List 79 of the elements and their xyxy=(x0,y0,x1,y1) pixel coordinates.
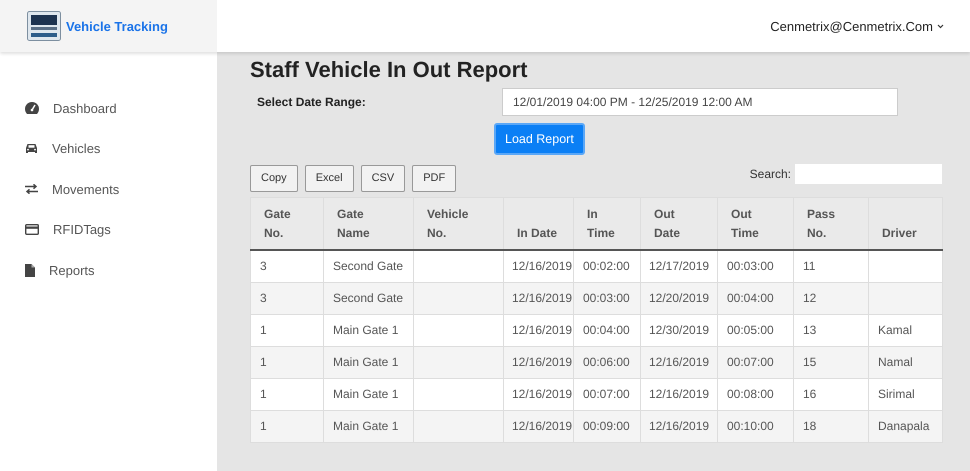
logo-icon xyxy=(27,11,61,41)
table-cell: 3 xyxy=(250,282,324,314)
table-cell: 00:09:00 xyxy=(574,410,640,442)
page-title: Staff Vehicle In Out Report xyxy=(250,56,528,84)
table-cell: 12/16/2019 xyxy=(504,346,574,378)
export-button[interactable]: PDF xyxy=(412,164,456,192)
table-cell: 16 xyxy=(794,378,868,410)
sidebar-item[interactable]: Vehicles xyxy=(0,128,217,169)
column-header[interactable]: Gate Name xyxy=(324,198,414,250)
column-header[interactable]: Pass No. xyxy=(794,198,868,250)
table-cell: 1 xyxy=(250,378,324,410)
column-header[interactable]: Gate No. xyxy=(250,198,324,250)
table-cell: 12/16/2019 xyxy=(640,410,718,442)
table-cell: 15 xyxy=(794,346,868,378)
table-cell: 12/16/2019 xyxy=(504,410,574,442)
table-cell: 12 xyxy=(794,282,868,314)
table-cell: Main Gate 1 xyxy=(324,378,414,410)
table-cell: 11 xyxy=(794,250,868,282)
export-button[interactable]: Copy xyxy=(250,164,298,192)
sidebar-item[interactable]: RFIDTags xyxy=(0,210,217,250)
caret-icon xyxy=(937,24,944,28)
column-header[interactable]: Out Date xyxy=(640,198,718,250)
table-cell: Second Gate xyxy=(324,282,414,314)
table-cell: 1 xyxy=(250,410,324,442)
table-cell: 12/30/2019 xyxy=(640,314,718,346)
table-cell: 00:04:00 xyxy=(718,282,794,314)
gauge-icon xyxy=(25,102,39,114)
table-cell: 00:07:00 xyxy=(718,346,794,378)
table-cell: 12/16/2019 xyxy=(640,346,718,378)
search-label: Search: xyxy=(750,167,791,181)
app-title: Vehicle Tracking xyxy=(66,18,168,34)
column-header[interactable]: In Time xyxy=(574,198,640,250)
user-menu[interactable]: Cenmetrix@Cenmetrix.Com xyxy=(770,18,944,34)
table-cell: 12/17/2019 xyxy=(640,250,718,282)
table-cell: 1 xyxy=(250,314,324,346)
date-range-label: Select Date Range: xyxy=(256,95,367,109)
table-cell: 1 xyxy=(250,346,324,378)
table-cell: Main Gate 1 xyxy=(324,410,414,442)
table-cell: 12/16/2019 xyxy=(504,314,574,346)
table-cell: Kamal xyxy=(868,314,942,346)
table-cell: 00:02:00 xyxy=(574,250,640,282)
sidebar-item[interactable]: Reports xyxy=(0,250,217,290)
table-cell: 12/20/2019 xyxy=(640,282,718,314)
table-cell: 18 xyxy=(794,410,868,442)
table-cell: 00:08:00 xyxy=(718,378,794,410)
table-cell: 3 xyxy=(250,250,324,282)
card-icon xyxy=(25,224,39,236)
table-cell: Danapala xyxy=(868,410,942,442)
column-header[interactable]: Out Time xyxy=(718,198,794,250)
table-cell: 00:03:00 xyxy=(574,282,640,314)
table-cell: 12/16/2019 xyxy=(504,378,574,410)
table-cell: Sirimal xyxy=(868,378,942,410)
load-report-button[interactable]: Load Report xyxy=(494,123,585,155)
sidebar-item[interactable]: Dashboard xyxy=(0,88,217,128)
export-button[interactable]: CSV xyxy=(360,164,406,192)
table-cell: Second Gate xyxy=(324,250,414,282)
sidebar-item[interactable]: Movements xyxy=(0,169,217,210)
column-header[interactable]: Driver xyxy=(868,198,942,250)
table-cell: 00:04:00 xyxy=(574,314,640,346)
table-cell: 12/16/2019 xyxy=(504,250,574,282)
table-cell: 00:07:00 xyxy=(574,378,640,410)
column-header[interactable]: In Date xyxy=(504,198,574,250)
column-header[interactable]: Vehicle No. xyxy=(414,198,504,250)
table-cell: Main Gate 1 xyxy=(324,314,414,346)
table-cell: 00:03:00 xyxy=(718,250,794,282)
table-cell: 12/16/2019 xyxy=(640,378,718,410)
table-cell: 00:10:00 xyxy=(718,410,794,442)
exchange-icon xyxy=(25,184,38,194)
date-range-field[interactable]: 12/01/2019 04:00 PM - 12/25/2019 12:00 AM xyxy=(502,88,898,116)
table-cell: 00:05:00 xyxy=(718,314,794,346)
table-cell: Main Gate 1 xyxy=(324,346,414,378)
table-cell: Namal xyxy=(868,346,942,378)
table-cell: 00:06:00 xyxy=(574,346,640,378)
car-icon xyxy=(25,143,38,154)
table-cell: 12/16/2019 xyxy=(504,282,574,314)
document-icon xyxy=(25,264,35,277)
search-field[interactable] xyxy=(795,164,942,184)
export-button[interactable]: Excel xyxy=(304,164,354,192)
table-cell: 13 xyxy=(794,314,868,346)
